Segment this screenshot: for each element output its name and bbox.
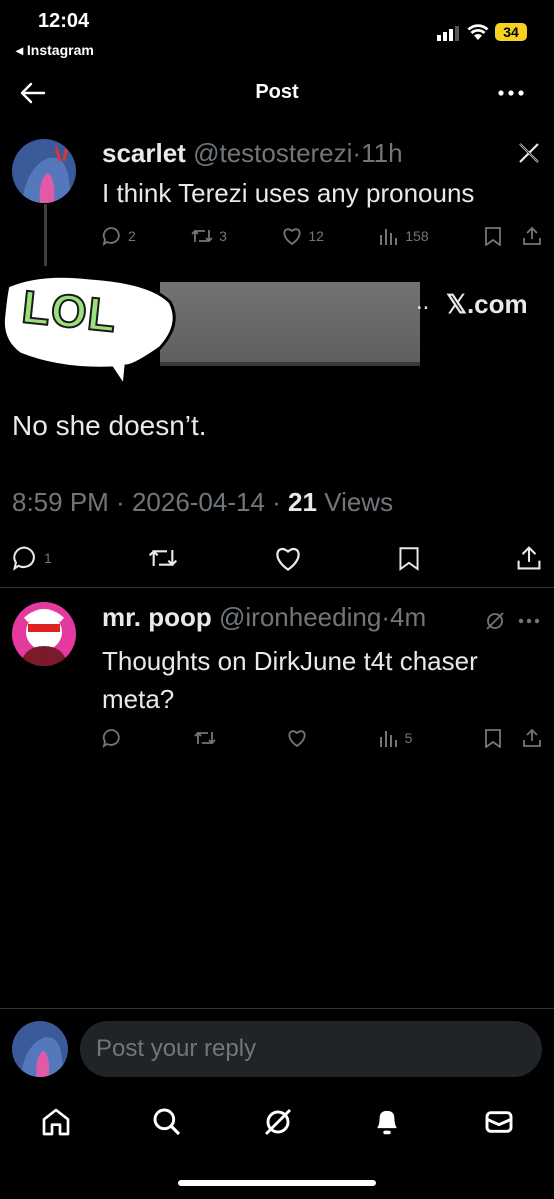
- reply-time-ago: 4m: [389, 602, 427, 632]
- grok-tab-icon[interactable]: [262, 1106, 294, 1138]
- bottom-tab-bar: [0, 1088, 554, 1158]
- repost-button[interactable]: 3: [191, 227, 227, 245]
- back-to-app-link[interactable]: ◂ Instagram: [16, 42, 94, 59]
- bookmark-icon[interactable]: [484, 728, 502, 748]
- heart-icon: [282, 227, 302, 245]
- grok-icon[interactable]: [484, 610, 506, 632]
- post-reply-count: 1: [44, 550, 52, 566]
- status-time: 12:04: [38, 10, 90, 32]
- repost-count: 3: [219, 228, 227, 244]
- my-avatar[interactable]: [12, 1021, 68, 1077]
- reply-display-name[interactable]: mr. poop: [102, 602, 212, 632]
- page-title: Post: [255, 81, 299, 103]
- post-views-count: 21: [288, 487, 317, 517]
- post-metadata: 8:59 PM · 2026-04-14 · 21 Views: [12, 487, 394, 517]
- reply-extra-actions: [484, 728, 542, 748]
- post-time: 8:59 PM: [12, 487, 109, 517]
- post-text: No she doesn’t.: [12, 410, 207, 441]
- author-display-name[interactable]: scarlet: [102, 138, 186, 168]
- battery-icon: 34: [495, 23, 527, 41]
- reply-header: mr. poop @ironheeding·4m: [102, 602, 427, 632]
- reply-text: Thoughts on DirkJune t4t chaser meta?: [102, 646, 478, 714]
- post-actions: 1: [12, 545, 542, 571]
- reply-views-button[interactable]: 5: [379, 729, 413, 747]
- repost-icon[interactable]: [193, 729, 216, 747]
- battery-level: 34: [503, 24, 519, 40]
- notifications-bell-icon[interactable]: [372, 1106, 402, 1138]
- back-triangle-icon: ◂: [16, 42, 24, 58]
- reply-icon: [12, 545, 38, 571]
- search-icon[interactable]: [151, 1106, 183, 1138]
- share-icon[interactable]: [516, 545, 542, 571]
- reply-icon[interactable]: [102, 728, 122, 748]
- bookmark-icon[interactable]: [398, 545, 420, 571]
- link-domain[interactable]: 𝕏.com: [446, 289, 528, 320]
- repost-icon: [191, 227, 213, 245]
- like-button[interactable]: 12: [282, 227, 324, 245]
- share-icon[interactable]: [522, 226, 542, 246]
- views-count: 158: [405, 228, 429, 244]
- back-app-label: Instagram: [26, 42, 94, 58]
- reply-views-count: 5: [404, 730, 413, 746]
- reply-author-avatar[interactable]: [12, 602, 76, 666]
- thread-line: [44, 204, 47, 266]
- home-icon[interactable]: [40, 1106, 72, 1138]
- heart-icon[interactable]: [287, 729, 307, 747]
- redacted-preview-box: [160, 282, 420, 362]
- views-chart-icon: [379, 729, 399, 747]
- divider: [0, 587, 554, 588]
- author-avatar[interactable]: [12, 139, 76, 203]
- quoted-tweet-extra-actions: [484, 226, 542, 246]
- link-ellipsis: ..: [416, 288, 430, 315]
- post-reply-button[interactable]: 1: [12, 545, 52, 571]
- reply-count: 2: [128, 228, 136, 244]
- reply-icon: [102, 226, 122, 246]
- quoted-tweet-actions: 2 3 12 158: [102, 226, 542, 246]
- x-logo-icon[interactable]: [518, 142, 540, 164]
- cellular-signal-icon: [437, 25, 461, 41]
- reply-actions: 5: [102, 728, 542, 748]
- bookmark-icon[interactable]: [484, 226, 502, 246]
- composer-divider: [0, 1008, 554, 1009]
- reply-more-icon[interactable]: [518, 618, 540, 624]
- reply-input[interactable]: Post your reply: [80, 1021, 542, 1077]
- views-chart-icon: [379, 227, 399, 245]
- more-options-icon[interactable]: [498, 90, 524, 96]
- reply-button[interactable]: 2: [102, 226, 136, 246]
- home-indicator: [178, 1180, 376, 1186]
- lol-sticker-text: LOL: [19, 279, 121, 343]
- quoted-tweet-header: scarlet @testosterezi·11h: [102, 138, 403, 168]
- reply-input-placeholder: Post your reply: [96, 1035, 257, 1062]
- messages-icon[interactable]: [483, 1106, 515, 1138]
- author-handle[interactable]: @testosterezi: [193, 138, 352, 168]
- wifi-icon: [467, 23, 489, 41]
- views-button[interactable]: 158: [379, 227, 429, 245]
- tweet-time-ago: 11h: [361, 138, 403, 168]
- heart-icon[interactable]: [274, 546, 302, 571]
- reply-handle[interactable]: @ironheeding: [219, 602, 381, 632]
- post-date: 2026-04-14: [131, 487, 265, 517]
- like-count: 12: [308, 228, 324, 244]
- quoted-tweet-text: I think Terezi uses any pronouns: [102, 178, 475, 208]
- repost-icon[interactable]: [148, 546, 178, 570]
- post-views-label: Views: [324, 487, 394, 517]
- share-icon[interactable]: [522, 728, 542, 748]
